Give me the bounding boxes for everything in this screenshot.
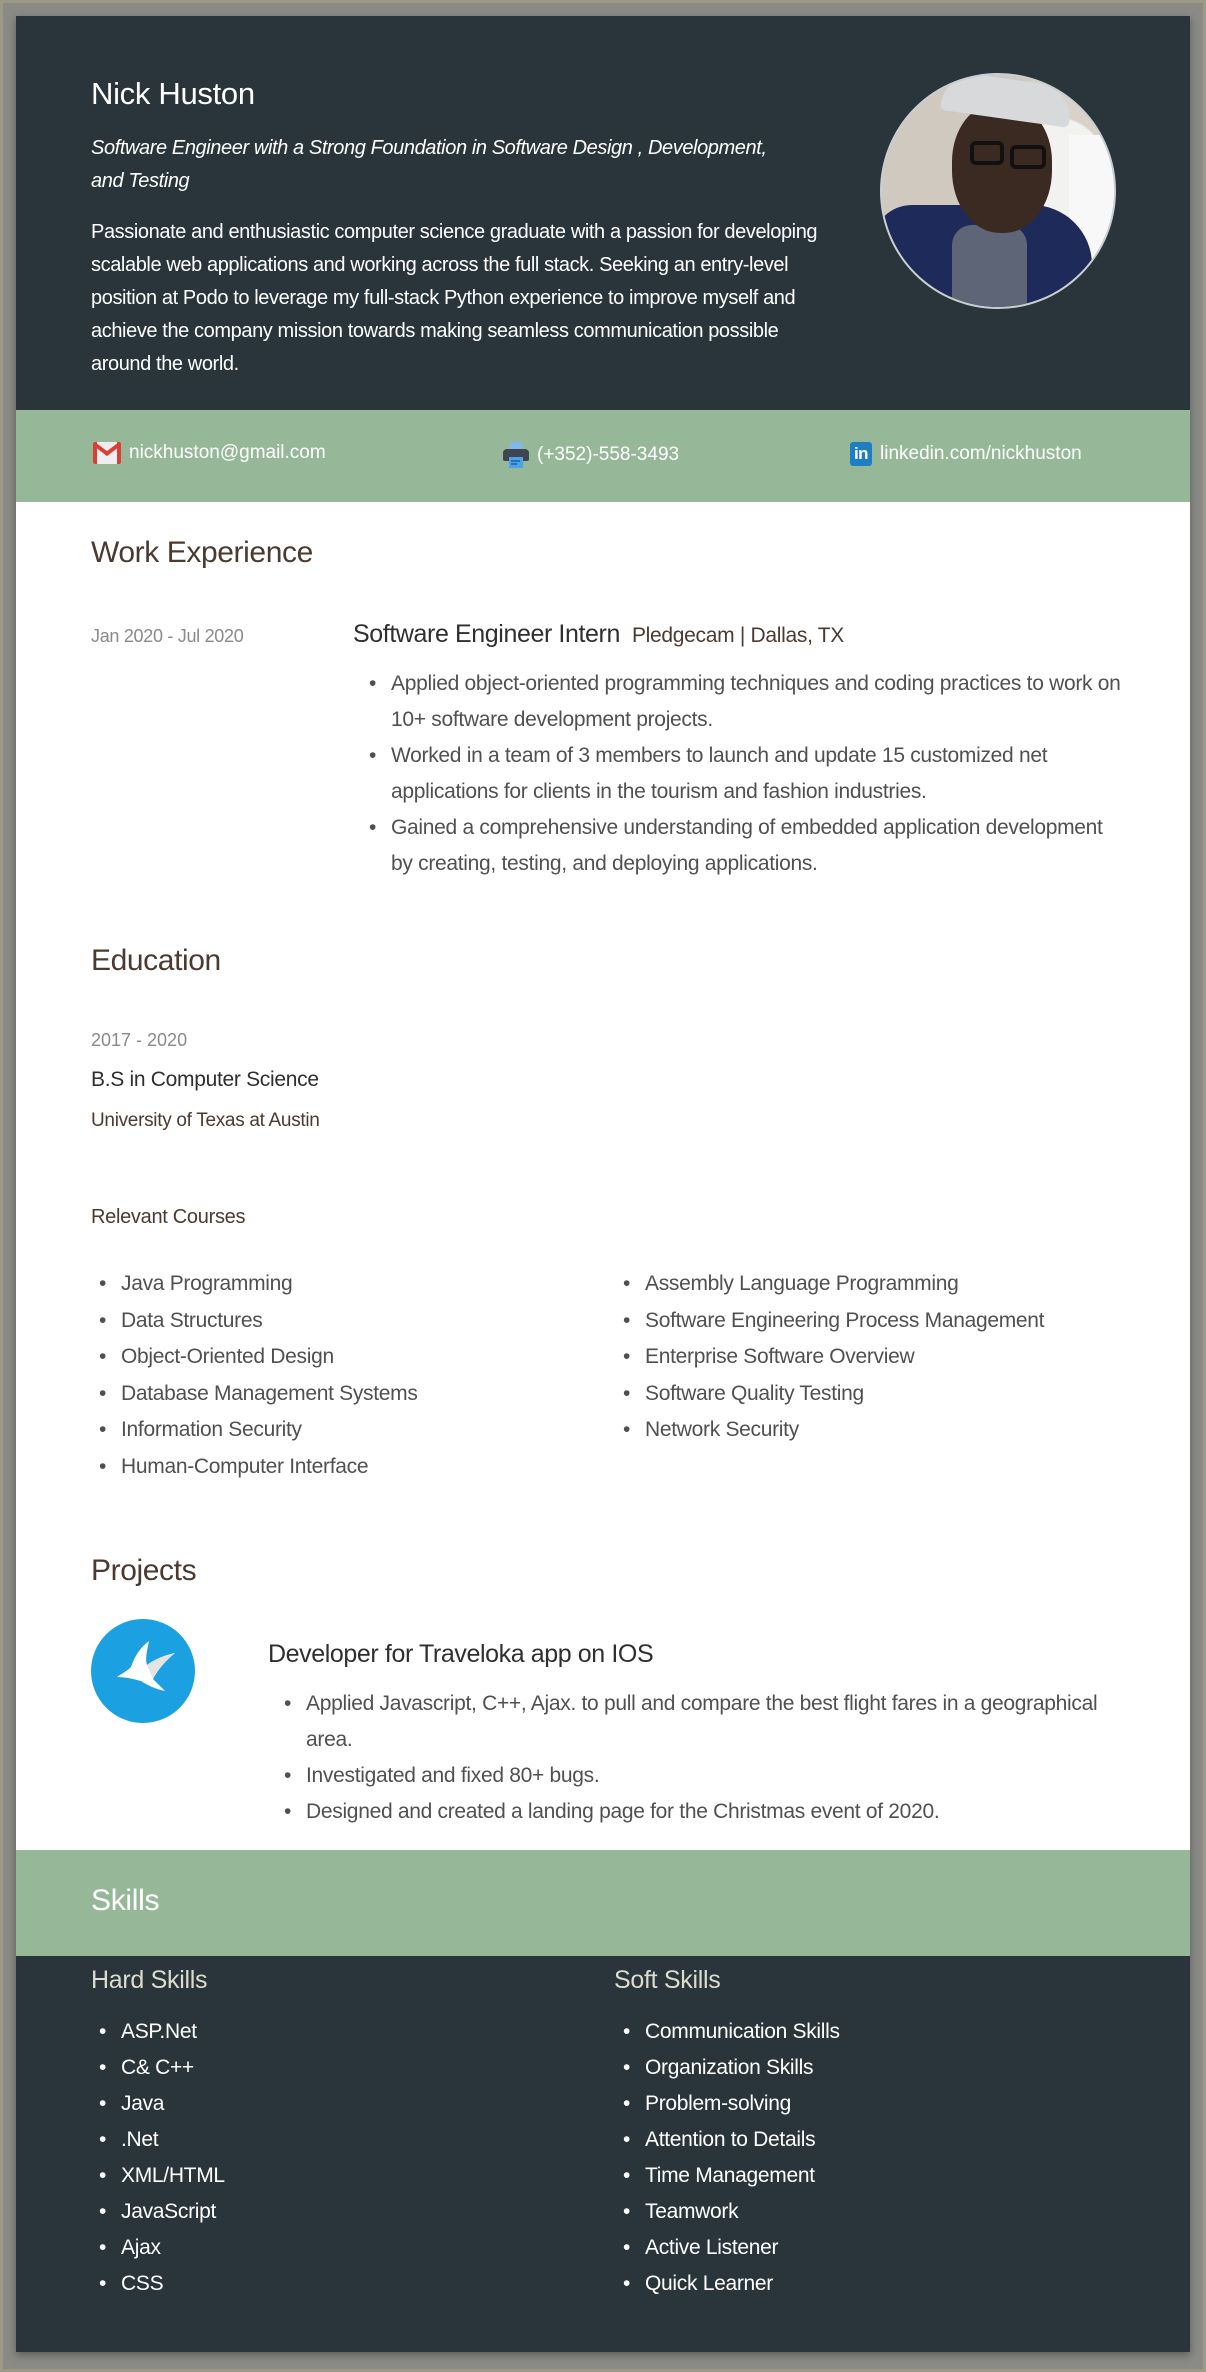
job-dates: Jan 2020 - Jul 2020 [91, 626, 244, 646]
soft-skills-heading: Soft Skills [614, 1966, 721, 1994]
list-item: Information Security [91, 1412, 611, 1449]
job-title: Software Engineer Intern [353, 620, 620, 648]
job-header: Software Engineer Intern Pledgecam | Dal… [353, 620, 844, 649]
list-item: Teamwork [615, 2194, 840, 2230]
resume-page: Nick Huston Software Engineer with a Str… [16, 16, 1190, 2352]
list-item: Enterprise Software Overview [615, 1339, 1175, 1376]
list-item: Worked in a team of 3 members to launch … [361, 738, 1121, 810]
contact-bar: nickhuston@gmail.com (+352)-558-3493 in … [16, 410, 1190, 502]
list-item: Software Engineering Process Management [615, 1303, 1175, 1340]
education-school: University of Texas at Austin [91, 1110, 320, 1131]
soft-skills-list: Communication Skills Organization Skills… [615, 2014, 840, 2302]
list-item: Gained a comprehensive understanding of … [361, 810, 1121, 882]
gmail-icon [93, 442, 121, 464]
job-company: Pledgecam | Dallas, TX [631, 624, 845, 647]
skills-body: Hard Skills Soft Skills ASP.Net C& C++ J… [16, 1956, 1190, 2352]
hard-skills-list: ASP.Net C& C++ Java .Net XML/HTML JavaSc… [91, 2014, 225, 2302]
relevant-courses-heading: Relevant Courses [91, 1206, 246, 1228]
list-item: Communication Skills [615, 2014, 840, 2050]
contact-phone[interactable]: (+352)-558-3493 [503, 442, 679, 468]
list-item: Network Security [615, 1412, 1175, 1449]
contact-email[interactable]: nickhuston@gmail.com [93, 442, 326, 464]
linkedin-text[interactable]: linkedin.com/nickhuston [880, 443, 1082, 465]
work-experience-heading: Work Experience [91, 536, 313, 569]
list-item: Java Programming [91, 1266, 611, 1303]
list-item: Applied object-oriented programming tech… [361, 666, 1121, 738]
hard-skills-heading: Hard Skills [91, 1966, 208, 1994]
candidate-name: Nick Huston [91, 76, 255, 111]
linkedin-icon: in [850, 442, 872, 466]
list-item: JavaScript [91, 2194, 225, 2230]
list-item: XML/HTML [91, 2158, 225, 2194]
list-item: Investigated and fixed 80+ bugs. [276, 1758, 1136, 1794]
list-item: Human-Computer Interface [91, 1449, 611, 1486]
list-item: Database Management Systems [91, 1376, 611, 1413]
phone-text[interactable]: (+352)-558-3493 [537, 444, 679, 466]
courses-list-left: Java Programming Data Structures Object-… [91, 1266, 611, 1485]
education-degree: B.S in Computer Science [91, 1068, 319, 1091]
list-item: ASP.Net [91, 2014, 225, 2050]
list-item: Active Listener [615, 2230, 840, 2266]
email-text[interactable]: nickhuston@gmail.com [129, 442, 326, 464]
list-item: Problem-solving [615, 2086, 840, 2122]
job-bullets: Applied object-oriented programming tech… [361, 666, 1121, 882]
list-item: Data Structures [91, 1303, 611, 1340]
profile-photo [880, 73, 1116, 309]
photo-shirt [952, 225, 1027, 307]
resume-header: Nick Huston Software Engineer with a Str… [16, 16, 1190, 410]
contact-linkedin[interactable]: in linkedin.com/nickhuston [850, 442, 1082, 466]
printer-icon [503, 442, 529, 468]
list-item: Ajax [91, 2230, 225, 2266]
list-item: C& C++ [91, 2050, 225, 2086]
traveloka-bird-icon [91, 1619, 195, 1723]
projects-heading: Projects [91, 1554, 197, 1587]
skills-header-bar: Skills [16, 1850, 1190, 1956]
list-item: .Net [91, 2122, 225, 2158]
photo-glasses [970, 141, 1004, 165]
list-item: Organization Skills [615, 2050, 840, 2086]
list-item: Java [91, 2086, 225, 2122]
courses-list-right: Assembly Language Programming Software E… [615, 1266, 1175, 1449]
project-title: Developer for Traveloka app on IOS [268, 1640, 654, 1668]
project-bullets: Applied Javascript, C++, Ajax. to pull a… [276, 1686, 1136, 1830]
list-item: Applied Javascript, C++, Ajax. to pull a… [276, 1686, 1136, 1758]
education-heading: Education [91, 944, 221, 977]
photo-glasses [1010, 145, 1046, 169]
list-item: Attention to Details [615, 2122, 840, 2158]
candidate-tagline: Software Engineer with a Strong Foundati… [91, 137, 767, 192]
list-item: Assembly Language Programming [615, 1266, 1175, 1303]
list-item: Designed and created a landing page for … [276, 1794, 1136, 1830]
list-item: Software Quality Testing [615, 1376, 1175, 1413]
education-dates: 2017 - 2020 [91, 1030, 188, 1050]
candidate-summary: Passionate and enthusiastic computer sci… [91, 221, 818, 375]
list-item: Quick Learner [615, 2266, 840, 2302]
list-item: Time Management [615, 2158, 840, 2194]
skills-heading: Skills [91, 1884, 160, 1917]
list-item: Object-Oriented Design [91, 1339, 611, 1376]
list-item: CSS [91, 2266, 225, 2302]
